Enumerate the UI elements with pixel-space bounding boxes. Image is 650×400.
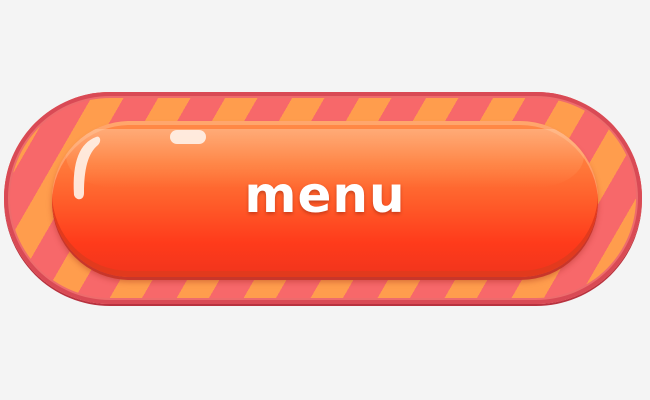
menu-button[interactable]: menu (52, 121, 598, 277)
menu-button-label: menu (244, 166, 406, 224)
canvas: menu (0, 0, 650, 400)
shine-dot-icon (170, 130, 206, 144)
